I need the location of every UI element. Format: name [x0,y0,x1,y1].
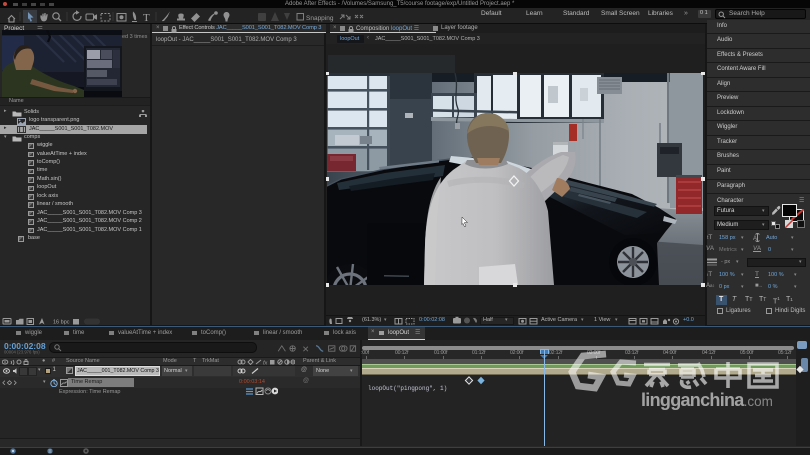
svg-text:16 bpc: 16 bpc [53,320,70,326]
svg-text:T: T [143,12,150,24]
svg-text:fx: fx [263,360,268,365]
svg-text:Snapping: Snapping [306,15,334,22]
svg-text:A: A [753,236,757,242]
